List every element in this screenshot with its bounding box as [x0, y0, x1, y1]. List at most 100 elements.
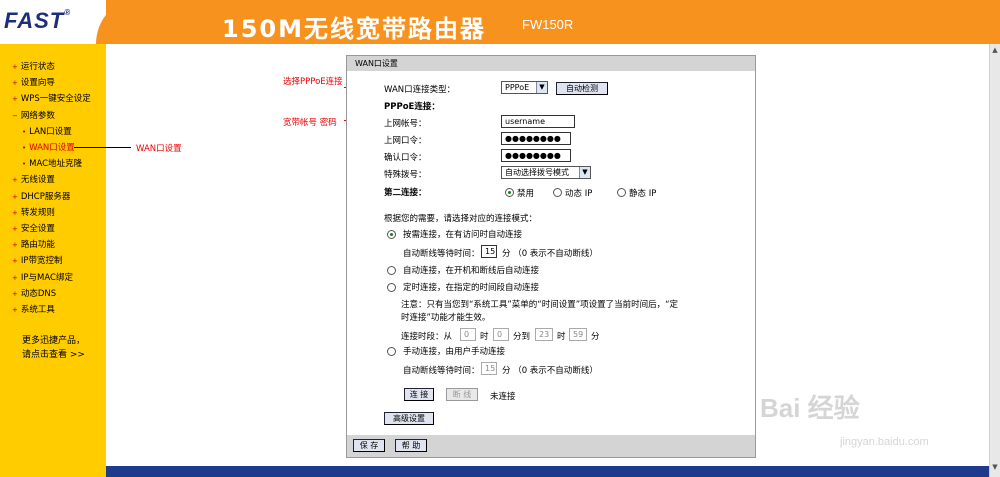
bullet-icon: +: [12, 192, 18, 201]
account-label: 上网帐号：: [384, 119, 427, 129]
idle-time2-unit: 分 （0 表示不自动断线）: [502, 366, 598, 376]
special-dial-label: 特殊拨号：: [384, 170, 427, 180]
sidebar-item[interactable]: + WPS一键安全设定: [12, 92, 91, 104]
bullet-icon: +: [12, 306, 18, 314]
sidebar-item-label: IP带宽控制: [20, 256, 63, 267]
sidebar-item[interactable]: + 系统工具: [12, 303, 55, 315]
sidebar-item[interactable]: + 转发规则: [12, 206, 55, 218]
conn-type-label: WAN口连接类型：: [384, 85, 456, 95]
conn-type-select[interactable]: PPPoE ▼: [501, 81, 548, 94]
bullet-icon: +: [12, 225, 18, 233]
sidebar-item[interactable]: + 无线设置: [12, 173, 55, 185]
sidebar-item[interactable]: + 设置向导: [12, 76, 55, 88]
sidebar-item[interactable]: • LAN口设置: [22, 125, 72, 137]
scroll-up-icon[interactable]: ▲: [990, 45, 1000, 55]
annotation-wan-setting: WAN口设置: [136, 144, 182, 154]
baidu-watermark: Bai 经验: [760, 393, 860, 423]
connect-button[interactable]: 连 接: [404, 388, 434, 401]
second-conn-static-radio[interactable]: [617, 188, 626, 197]
sidebar-item-label: 网络参数: [20, 110, 55, 121]
idle-time-label: 自动断线等待时间：: [403, 249, 480, 259]
second-conn-dynamic-radio[interactable]: [553, 188, 562, 197]
mode-manual-label: 手动连接，由用户手动连接: [403, 347, 506, 357]
sidebar-item-label: 转发规则: [20, 207, 55, 218]
page-title: 150M无线宽带路由器: [222, 15, 486, 43]
sidebar-item-label: 无线设置: [20, 175, 55, 186]
sidebar-item-label: 动态DNS: [20, 288, 57, 299]
sidebar-item-label: DHCP服务器: [20, 191, 71, 202]
scrollbar[interactable]: [989, 44, 1000, 477]
password-label: 上网口令：: [384, 136, 427, 146]
period-to-minute-input[interactable]: 59: [569, 328, 587, 341]
password-input[interactable]: ●●●●●●●●: [501, 132, 571, 145]
idle-time2-label: 自动断线等待时间：: [403, 366, 480, 376]
more-products-line1[interactable]: 更多迅捷产品，: [22, 333, 85, 346]
bullet-icon: +: [12, 241, 18, 250]
second-conn-disable-label: 禁用: [517, 189, 535, 199]
sidebar-item-label: LAN口设置: [29, 126, 72, 137]
period-from-minute-input[interactable]: 0: [493, 328, 509, 341]
period-hour-unit: 时: [480, 332, 489, 342]
sidebar-item-label: 安全设置: [20, 224, 55, 234]
account-input[interactable]: username: [501, 115, 575, 128]
conn-type-value: PPPoE: [505, 83, 530, 92]
sidebar-item[interactable]: + 路由功能: [12, 238, 55, 250]
mode-manual-radio[interactable]: [387, 347, 396, 356]
auto-detect-button[interactable]: 自动检测: [556, 82, 608, 95]
idle-time-unit: 分 （0 表示不自动断线）: [502, 249, 598, 259]
confirm-password-input[interactable]: ●●●●●●●●: [501, 149, 571, 162]
bullet-icon: +: [12, 208, 18, 217]
second-conn-label: 第二连接：: [384, 188, 427, 198]
bullet-icon: +: [12, 273, 18, 282]
sidebar-item[interactable]: + IP与MAC绑定: [12, 271, 73, 283]
period-to-hour-input[interactable]: 23: [535, 328, 553, 341]
sidebar-item[interactable]: + 安全设置: [12, 222, 55, 234]
mode-timed-radio[interactable]: [387, 283, 396, 292]
sidebar-item[interactable]: • WAN口设置: [22, 141, 75, 153]
sidebar-item-label: IP与MAC绑定: [20, 272, 73, 283]
bullet-icon: +: [12, 257, 18, 266]
annotation-line-wan: [74, 147, 131, 148]
advanced-settings-button[interactable]: 高级设置: [384, 412, 434, 425]
sidebar-item[interactable]: − 网络参数: [12, 109, 55, 121]
save-button[interactable]: 保 存: [353, 439, 385, 452]
second-conn-disable-radio[interactable]: [505, 188, 514, 197]
period-from-hour-input[interactable]: 0: [460, 328, 476, 341]
mode-auto-label: 自动连接，在开机和断线后自动连接: [403, 266, 540, 276]
panel-title: WAN口设置: [347, 56, 755, 71]
idle-time2-input[interactable]: 15: [481, 362, 497, 375]
sidebar-item[interactable]: + DHCP服务器: [12, 190, 70, 202]
bullet-icon: +: [12, 95, 18, 104]
mode-demand-radio[interactable]: [387, 230, 396, 239]
period-to-label: 分到: [513, 332, 531, 342]
connection-status: 未连接: [490, 392, 516, 402]
note-line1: 注意：只有当您到“系统工具”菜单的“时间设置”项设置了当前时间后，“定: [401, 300, 679, 310]
special-dial-value: 自动选择拨号模式: [505, 168, 569, 177]
bullet-icon: +: [12, 79, 18, 88]
bullet-icon: −: [12, 111, 18, 120]
more-products-link[interactable]: 请点击查看 >>: [22, 347, 85, 360]
bullet-icon: +: [12, 63, 18, 71]
mode-auto-radio[interactable]: [387, 266, 396, 275]
sidebar-item[interactable]: + 动态DNS: [12, 287, 56, 299]
bullet-icon: •: [22, 127, 27, 136]
model-name: FW150R: [522, 17, 574, 32]
sidebar-item-label: 系统工具: [20, 305, 55, 315]
panel-footer: 保 存 帮 助: [347, 435, 755, 457]
sidebar-item[interactable]: + 运行状态: [12, 60, 55, 72]
bullet-icon: •: [22, 160, 27, 169]
baidu-watermark-url: jingyan.baidu.com: [840, 436, 929, 448]
sidebar-item-label: 路由功能: [20, 240, 55, 251]
sidebar-item-label: 设置向导: [20, 78, 55, 89]
disconnect-button[interactable]: 断 线: [446, 388, 478, 401]
help-button[interactable]: 帮 助: [395, 439, 427, 452]
special-dial-select[interactable]: 自动选择拨号模式 ▼: [501, 166, 591, 179]
idle-time-input[interactable]: 15: [481, 245, 497, 258]
scroll-down-icon[interactable]: ▼: [990, 462, 1000, 472]
chevron-down-icon: ▼: [579, 167, 590, 178]
logo-area: FAST®: [0, 0, 106, 44]
second-conn-dynamic-label: 动态 IP: [565, 189, 593, 199]
period-label: 连接时段：从: [401, 332, 453, 342]
sidebar-item[interactable]: + IP带宽控制: [12, 254, 63, 266]
sidebar-item[interactable]: • MAC地址克隆: [22, 157, 82, 169]
